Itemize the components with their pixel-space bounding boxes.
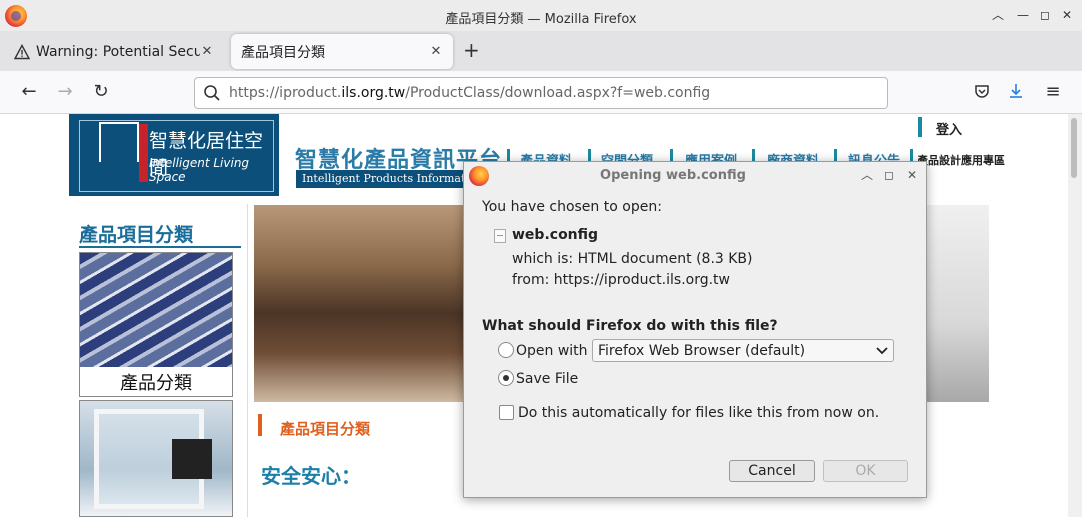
section-title: 產品項目分類 [280,420,371,438]
category-image [80,253,232,367]
close-window-icon[interactable]: ✕ [1059,7,1075,23]
hero-image-right [924,205,989,402]
ok-button[interactable]: OK [823,460,908,482]
back-icon[interactable]: ← [19,82,39,102]
open-with-label[interactable]: Open with [516,343,588,359]
url-prefix: https://iproduct. [229,85,342,101]
file-name: web.config [512,227,599,243]
downloads-icon[interactable] [1006,82,1026,102]
login-link[interactable]: 登入 [936,119,962,138]
logo-i-mark [139,124,148,182]
section-heading: 安全安心： [261,464,361,488]
window-titlebar: 產品項目分類 — Mozilla Firefox ︿ — ◻ ✕ [0,0,1082,31]
download-dialog: Opening web.config ︿ ◻ ✕ You have chosen… [463,161,927,498]
house-icon [99,122,139,162]
dialog-title: Opening web.config [600,168,746,183]
url-domain: ils.org.tw [341,85,406,101]
category-card[interactable]: 產品分類 [79,252,233,397]
tab-label: Warning: Potential Securi [36,43,200,60]
file-source: from: https://iproduct.ils.org.tw [512,272,730,288]
site-logo[interactable]: 智慧化居住空間 Intelligent Living Space [69,114,279,196]
close-tab-icon[interactable]: ✕ [429,44,443,59]
tab-strip: Warning: Potential Securi ✕ 產品項目分類 ✕ + [0,31,1082,71]
maximize-icon[interactable]: ◻ [1037,7,1053,23]
reload-icon[interactable]: ↻ [91,82,111,102]
auto-action-label[interactable]: Do this automatically for files like thi… [518,405,879,421]
save-file-radio[interactable] [498,370,514,386]
file-icon [494,229,506,243]
dialog-titlebar: Opening web.config ︿ ◻ ✕ [464,162,926,190]
window-title: 產品項目分類 — Mozilla Firefox [445,12,637,27]
section-accent [258,414,262,436]
column-divider [247,204,248,517]
close-dialog-icon[interactable]: ✕ [905,168,919,182]
close-tab-icon[interactable]: ✕ [200,44,214,59]
hamburger-menu-icon[interactable]: ≡ [1043,82,1063,102]
dialog-question: What should Firefox do with this file? [482,318,778,334]
sidebar-divider [79,246,241,248]
search-icon [203,84,221,102]
chevron-up-icon[interactable]: ︿ [990,7,1006,23]
navigation-toolbar: ← → ↻ https://iproduct.ils.org.tw/Produc… [0,71,1082,114]
tab-product-class[interactable]: 產品項目分類 ✕ [231,34,453,69]
category-label: 產品分類 [120,373,192,394]
scrollbar-thumb[interactable] [1071,118,1077,178]
tab-warning[interactable]: Warning: Potential Securi ✕ [4,34,224,69]
chevron-up-icon[interactable]: ︿ [860,168,874,182]
site-subtitle: Intelligent Products Information Sy [296,170,476,188]
url-text: https://iproduct.ils.org.tw/ProductClass… [229,85,710,101]
warning-icon [14,43,30,60]
space-image-detail [172,439,212,479]
file-type: which is: HTML document (8.3 KB) [512,251,753,267]
pocket-icon[interactable] [972,82,992,102]
menu-design[interactable]: 產品設計應用專區 [917,152,1005,168]
tab-label: 產品項目分類 [241,44,325,61]
auto-action-checkbox[interactable] [499,405,514,420]
logo-english-text: Intelligent Living Space [149,156,250,184]
new-tab-icon[interactable]: + [463,40,480,60]
space-card[interactable] [79,400,233,517]
login-accent [918,117,922,137]
url-path: /ProductClass/download.aspx?f=web.config [405,85,711,101]
chevron-down-icon [876,346,888,354]
minimize-icon[interactable]: — [1015,7,1031,23]
dialog-intro: You have chosen to open: [482,199,662,215]
open-with-value: Firefox Web Browser (default) [598,342,806,359]
save-file-label[interactable]: Save File [516,371,578,387]
cancel-button[interactable]: Cancel [729,460,815,482]
maximize-icon[interactable]: ◻ [882,168,896,182]
forward-icon[interactable]: → [55,82,75,102]
url-bar[interactable]: https://iproduct.ils.org.tw/ProductClass… [194,77,888,109]
open-with-select[interactable]: Firefox Web Browser (default) [592,339,894,362]
open-with-radio[interactable] [498,342,514,358]
sidebar-title: 產品項目分類 [79,224,194,246]
